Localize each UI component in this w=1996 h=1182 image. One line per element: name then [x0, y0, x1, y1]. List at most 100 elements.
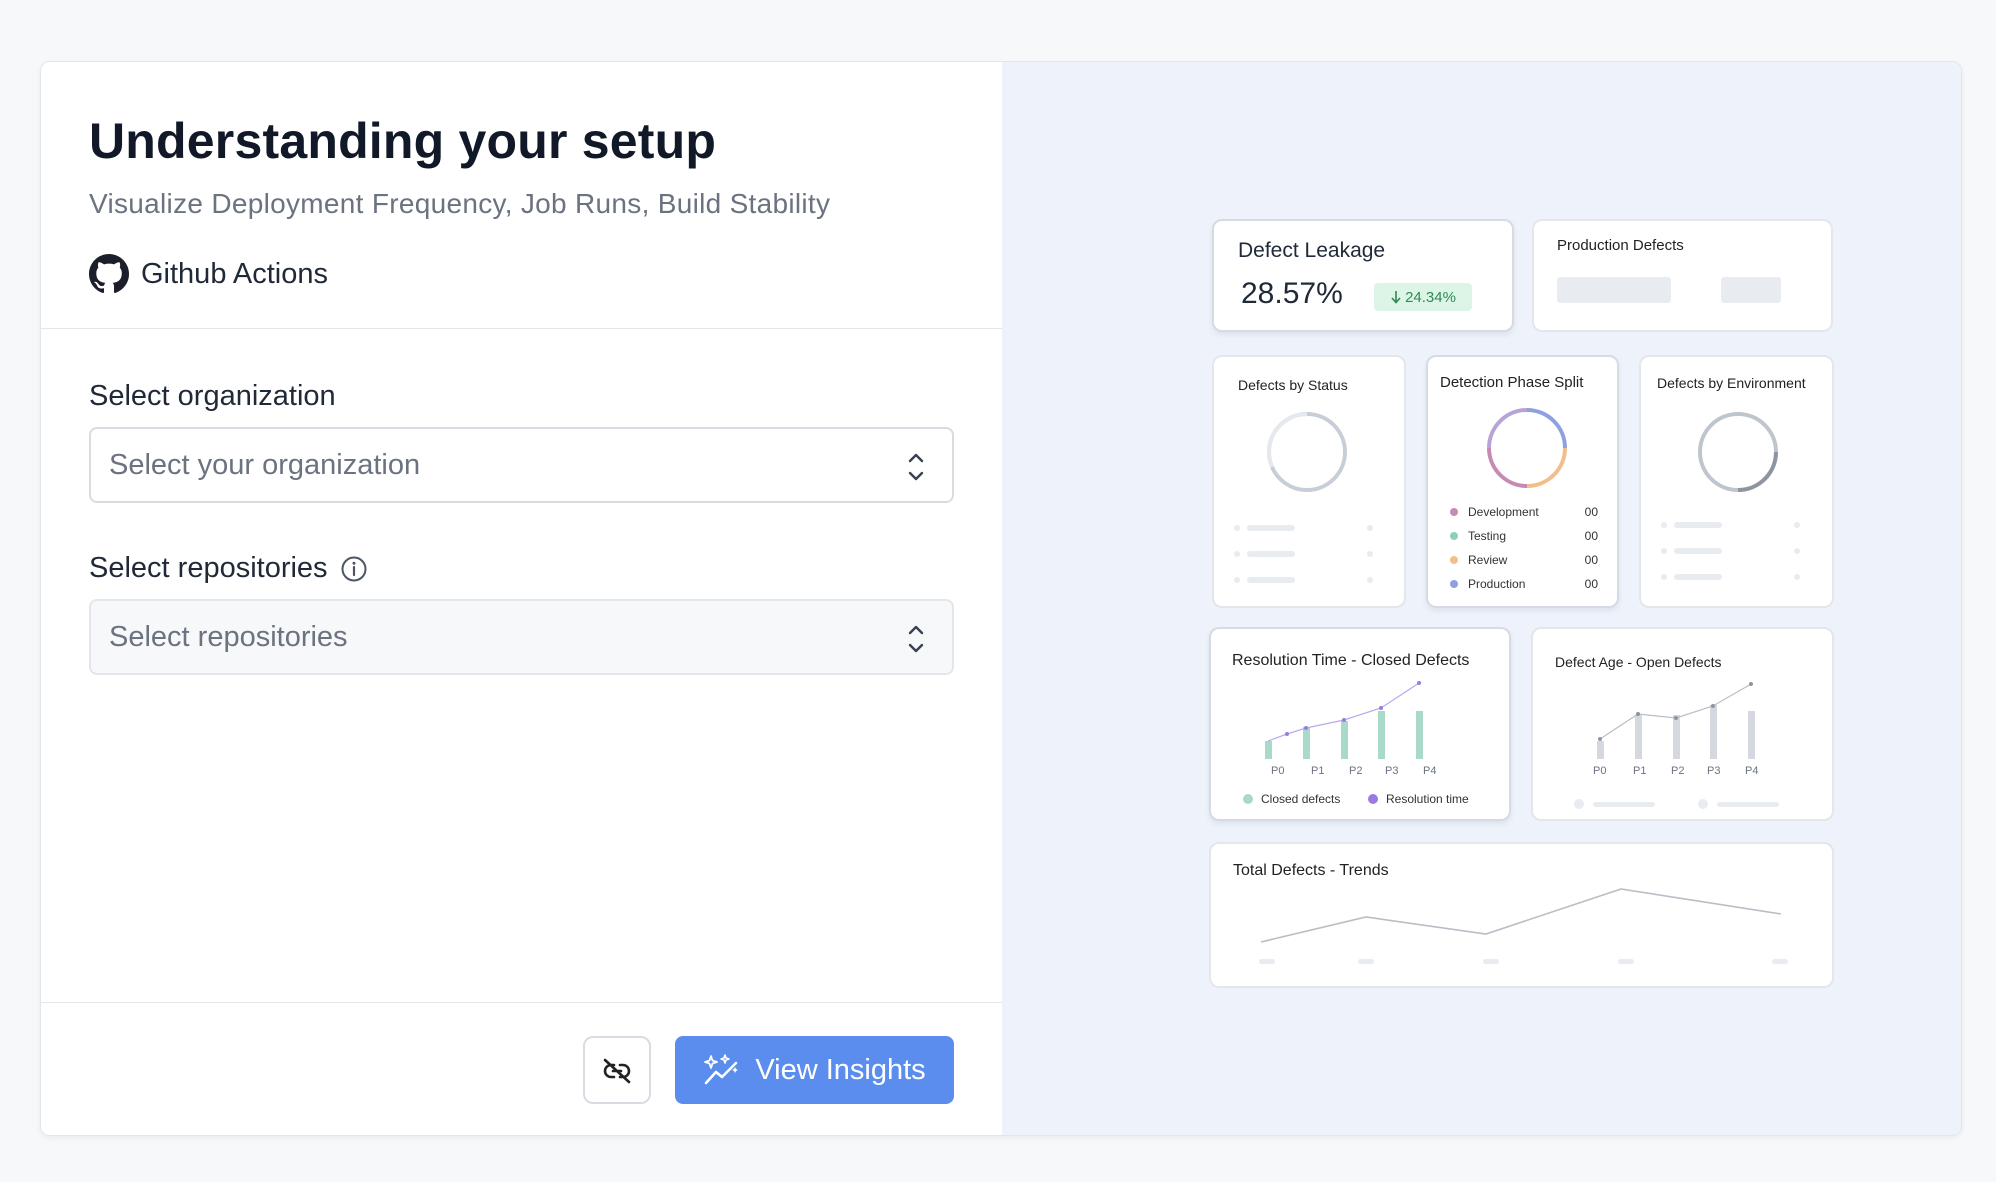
- setup-card: Understanding your setup Visualize Deplo…: [40, 61, 1962, 1136]
- defect-leakage-value: 28.57%: [1241, 277, 1343, 310]
- phase-legend-value: 00: [1584, 553, 1598, 567]
- resolution-time-title: Resolution Time - Closed Defects: [1232, 652, 1470, 669]
- phase-legend-value: 00: [1584, 577, 1598, 591]
- phase-legend-item: Production 00: [1450, 577, 1598, 591]
- skeleton-tick: [1259, 959, 1275, 964]
- page-title: Understanding your setup: [89, 113, 717, 169]
- skeleton-bar: [1721, 277, 1781, 303]
- x-tick-label: P1: [1311, 765, 1325, 777]
- phase-legend-value: 00: [1584, 529, 1598, 543]
- skeleton-bar: [1247, 577, 1295, 583]
- disconnect-button[interactable]: [583, 1036, 651, 1104]
- detection-phase-title: Detection Phase Split: [1440, 374, 1584, 391]
- repo-label-text: Select repositories: [89, 552, 328, 584]
- x-tick-label: P4: [1423, 765, 1437, 777]
- env-donut: [1698, 412, 1778, 492]
- phase-donut: [1487, 408, 1567, 488]
- trends-line-chart: [1260, 888, 1782, 943]
- skeleton-dot: [1367, 551, 1373, 557]
- line-point: [1598, 737, 1602, 741]
- bar-p2: [1673, 715, 1680, 759]
- defect-age-chart: [1597, 682, 1755, 759]
- skeleton-dot: [1661, 574, 1667, 580]
- skeleton-bar: [1593, 802, 1655, 807]
- arrow-down-icon: [1391, 291, 1401, 304]
- legend-dot: [1368, 794, 1378, 804]
- organization-select[interactable]: Select your organization: [89, 427, 954, 503]
- bar-p4: [1748, 711, 1755, 759]
- trend-line: [1260, 888, 1782, 943]
- line-point: [1749, 682, 1753, 686]
- skeleton-bar: [1717, 802, 1779, 807]
- skeleton-bar: [1674, 548, 1722, 554]
- phase-legend-label: Review: [1468, 553, 1508, 567]
- org-label-text: Select organization: [89, 380, 336, 412]
- defect-leakage-delta: 24.34%: [1405, 288, 1456, 306]
- skeleton-bar: [1557, 277, 1671, 303]
- legend-dot: [1243, 794, 1253, 804]
- resolution-combo-chart: [1265, 681, 1423, 759]
- organization-select-placeholder: Select your organization: [109, 448, 421, 481]
- skeleton-tick: [1483, 959, 1499, 964]
- bar-p0: [1265, 741, 1272, 759]
- x-tick-label: P0: [1271, 765, 1285, 777]
- skeleton-bar: [1247, 525, 1295, 531]
- phase-legend-item: Testing 00: [1450, 529, 1598, 543]
- line-point: [1636, 712, 1640, 716]
- skeleton-dot: [1234, 525, 1240, 531]
- repositories-select-placeholder: Select repositories: [109, 620, 348, 653]
- setup-header: Understanding your setup Visualize Deplo…: [41, 62, 1002, 329]
- status-donut: [1266, 411, 1347, 492]
- view-insights-button[interactable]: View Insights: [675, 1036, 954, 1104]
- skeleton-dot: [1794, 522, 1800, 528]
- bar-p2: [1341, 721, 1348, 759]
- x-tick-label: P0: [1593, 765, 1607, 777]
- skeleton-bar: [1247, 551, 1295, 557]
- skeleton-dot: [1234, 551, 1240, 557]
- x-tick-label: P3: [1707, 765, 1721, 777]
- defect-leakage-delta-badge: 24.34%: [1374, 283, 1472, 311]
- skeleton-dot: [1794, 574, 1800, 580]
- repositories-select[interactable]: Select repositories: [89, 599, 954, 675]
- skeleton-tick: [1772, 959, 1788, 964]
- phase-legend-value: 00: [1584, 505, 1598, 519]
- skeleton-dot: [1661, 548, 1667, 554]
- phase-legend-item: Review 00: [1450, 553, 1598, 567]
- chevron-up-down-icon: [908, 453, 924, 481]
- github-icon: [89, 254, 129, 294]
- total-trends-card: Total Defects - Trends: [1209, 842, 1834, 988]
- bar-p4: [1416, 711, 1423, 759]
- skeleton-dot: [1574, 799, 1584, 809]
- legend-label: Closed defects: [1261, 792, 1341, 806]
- skeleton-dot: [1367, 577, 1373, 583]
- defects-by-status-card: Defects by Status: [1212, 355, 1406, 608]
- org-label: Select organization: [89, 380, 336, 413]
- line-point: [1285, 732, 1289, 736]
- phase-legend-label: Testing: [1468, 529, 1507, 543]
- detection-phase-card: Detection Phase Split Development 00 Tes…: [1426, 355, 1619, 608]
- defect-age-card: Defect Age - Open Defects P0 P1 P2 P3 P4: [1531, 627, 1834, 821]
- skeleton-dot: [1367, 525, 1373, 531]
- bar-p0: [1597, 741, 1604, 759]
- line-point: [1304, 726, 1308, 730]
- form-footer: View Insights: [41, 1002, 1002, 1135]
- production-defects-card: Production Defects: [1532, 219, 1833, 332]
- defects-by-status-title: Defects by Status: [1238, 377, 1348, 393]
- resolution-time-card: Resolution Time - Closed Defects P0 P1 P…: [1209, 627, 1511, 821]
- defect-age-title: Defect Age - Open Defects: [1555, 654, 1722, 670]
- x-tick-label: P3: [1385, 765, 1399, 777]
- legend-dot: [1450, 580, 1458, 588]
- provider-name: Github Actions: [141, 257, 328, 290]
- page-subtitle: Visualize Deployment Frequency, Job Runs…: [89, 188, 831, 219]
- line-point: [1674, 716, 1678, 720]
- bar-p1: [1303, 727, 1310, 759]
- legend-closed-defects: Closed defects: [1243, 792, 1340, 806]
- info-icon[interactable]: [340, 555, 368, 583]
- repo-label: Select repositories: [89, 552, 368, 585]
- sparkle-chart-icon: [704, 1054, 739, 1085]
- production-defects-title: Production Defects: [1557, 237, 1684, 254]
- skeleton-dot: [1234, 577, 1240, 583]
- legend-dot: [1450, 532, 1458, 540]
- phase-legend-label: Production: [1468, 577, 1526, 591]
- x-tick-label: P2: [1671, 765, 1685, 777]
